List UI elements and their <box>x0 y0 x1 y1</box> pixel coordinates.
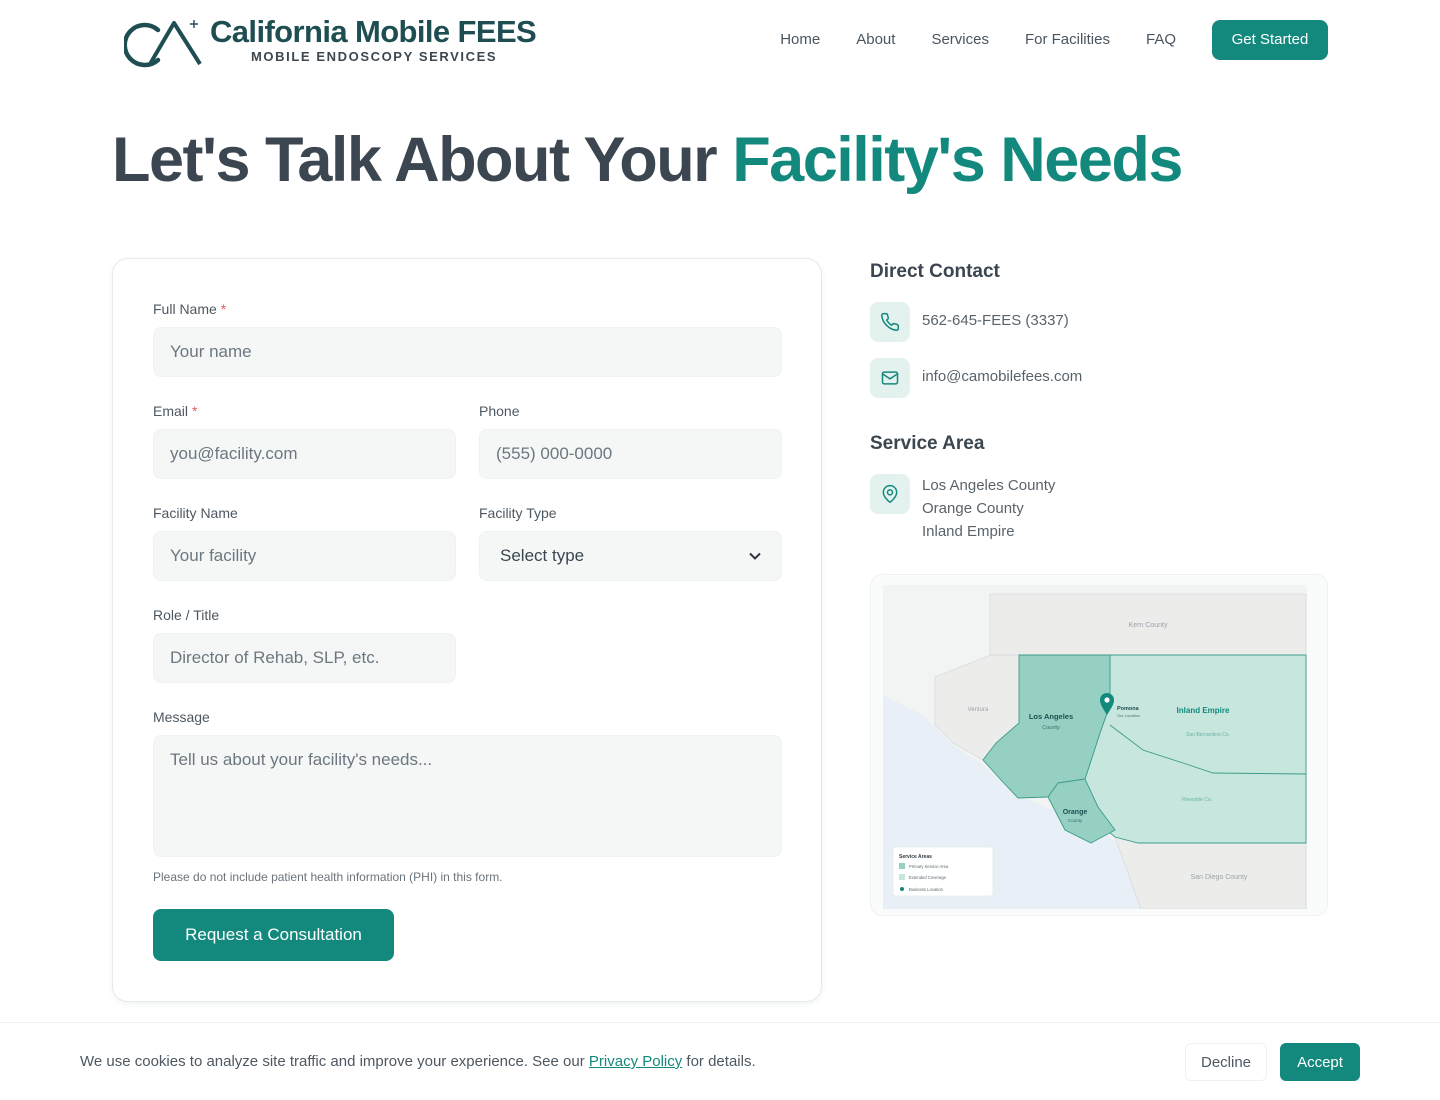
cookie-text: We use cookies to analyze site traffic a… <box>80 1053 756 1070</box>
site-header: California Mobile FEES MOBILE ENDOSCOPY … <box>0 0 1440 82</box>
main-nav: Home About Services For Facilities FAQ G… <box>780 20 1328 60</box>
page-title-main: Let's Talk About Your <box>112 125 733 195</box>
map-label-orange: Orange <box>1063 809 1088 816</box>
contact-email-link[interactable]: info@camobilefees.com <box>922 368 1082 385</box>
facility-name-input[interactable] <box>153 531 456 581</box>
map-label-orange-sub: County <box>1068 818 1083 823</box>
contact-phone-link[interactable]: 562-645-FEES (3337) <box>922 312 1069 329</box>
email-input[interactable] <box>153 429 456 479</box>
ca-logo-icon <box>124 20 202 68</box>
required-marker: * <box>192 403 198 419</box>
phone-label: Phone <box>479 403 520 419</box>
phi-notice: Please do not include patient health inf… <box>153 870 503 884</box>
nav-faq[interactable]: FAQ <box>1146 20 1176 60</box>
map-region-inland-empire <box>1082 654 1307 844</box>
map-label-san-bernardino: San Bernardino Co. <box>1186 732 1230 738</box>
email-label-text: Email <box>153 403 189 419</box>
full-name-label: Full Name * <box>153 301 226 317</box>
map-label-inland: Inland Empire <box>1177 706 1230 715</box>
facility-type-label: Facility Type <box>479 505 557 521</box>
email-label: Email * <box>153 403 197 419</box>
service-area-list: Los Angeles County Orange County Inland … <box>922 474 1055 543</box>
nav-services[interactable]: Services <box>931 20 989 60</box>
cookie-text-after: for details. <box>682 1053 756 1070</box>
service-area-item: Los Angeles County <box>922 477 1056 494</box>
cookie-banner: We use cookies to analyze site traffic a… <box>0 1022 1440 1100</box>
decline-button[interactable]: Decline <box>1185 1043 1267 1081</box>
chevron-down-icon <box>749 549 761 563</box>
facility-name-label: Facility Name <box>153 505 238 521</box>
map-label-pomona-sub: Our Location <box>1117 713 1140 718</box>
page-title: Let's Talk About Your Facility's Needs <box>112 124 1183 196</box>
cookie-text-before: We use cookies to analyze site traffic a… <box>80 1053 589 1070</box>
service-area-item: Orange County <box>922 500 1024 517</box>
mail-icon <box>870 358 910 398</box>
message-label: Message <box>153 709 210 725</box>
map-label-la-sub: County <box>1042 725 1060 731</box>
message-textarea[interactable] <box>153 735 782 857</box>
map-pin-icon <box>870 474 910 514</box>
contact-form-card: Full Name* Email* Phone Facility Name Fa… <box>112 258 822 1002</box>
map-label-kern: Kern County <box>1129 622 1168 629</box>
service-area-heading: Service Area <box>870 433 985 454</box>
phone-input[interactable] <box>479 429 782 479</box>
required-marker: * <box>220 301 227 317</box>
legend-title: Service Areas <box>899 854 932 860</box>
legend-swatch-extended <box>899 874 905 880</box>
phone-icon <box>870 302 910 342</box>
map-label-pomona: Pomona <box>1117 706 1140 712</box>
get-started-button[interactable]: Get Started <box>1212 20 1328 60</box>
service-map-svg: Kern County Ventura Los Angeles County P… <box>883 585 1307 909</box>
legend-swatch-primary <box>899 863 905 869</box>
service-area-item: Inland Empire <box>922 523 1015 540</box>
direct-contact-heading: Direct Contact <box>870 261 1000 282</box>
map-label-ventura: Ventura <box>968 707 989 713</box>
facility-type-selected: Select type <box>500 546 585 565</box>
nav-about[interactable]: About <box>856 20 895 60</box>
map-label-la: Los Angeles <box>1029 712 1073 721</box>
page-title-accent: Facility's Needs <box>732 125 1183 195</box>
legend-business: Business Location <box>909 887 944 892</box>
full-name-input[interactable] <box>153 327 782 377</box>
request-consultation-button[interactable]: Request a Consultation <box>153 909 394 961</box>
brand-logo[interactable]: California Mobile FEES MOBILE ENDOSCOPY … <box>124 14 544 68</box>
map-label-san-diego: San Diego County <box>1191 874 1248 881</box>
nav-for-facilities[interactable]: For Facilities <box>1025 20 1110 60</box>
service-area-map: Kern County Ventura Los Angeles County P… <box>870 574 1328 916</box>
full-name-label-text: Full Name <box>153 301 217 317</box>
brand-title: California Mobile FEES <box>210 14 537 49</box>
legend-extended: Extended Coverage <box>909 875 947 880</box>
map-label-riverside: Riverside Co. <box>1182 797 1212 803</box>
legend-primary: Primary Service Area <box>909 864 949 869</box>
map-legend: Service Areas Primary Service Area Exten… <box>892 846 994 897</box>
accept-button[interactable]: Accept <box>1280 1043 1360 1081</box>
privacy-policy-link[interactable]: Privacy Policy <box>589 1053 682 1070</box>
legend-swatch-business <box>900 887 904 891</box>
role-label: Role / Title <box>153 607 220 623</box>
nav-home[interactable]: Home <box>780 20 820 60</box>
facility-type-select[interactable]: Select type <box>479 531 782 581</box>
role-input[interactable] <box>153 633 456 683</box>
brand-subtitle: MOBILE ENDOSCOPY SERVICES <box>251 49 498 64</box>
map-region-san-diego <box>1114 836 1307 909</box>
